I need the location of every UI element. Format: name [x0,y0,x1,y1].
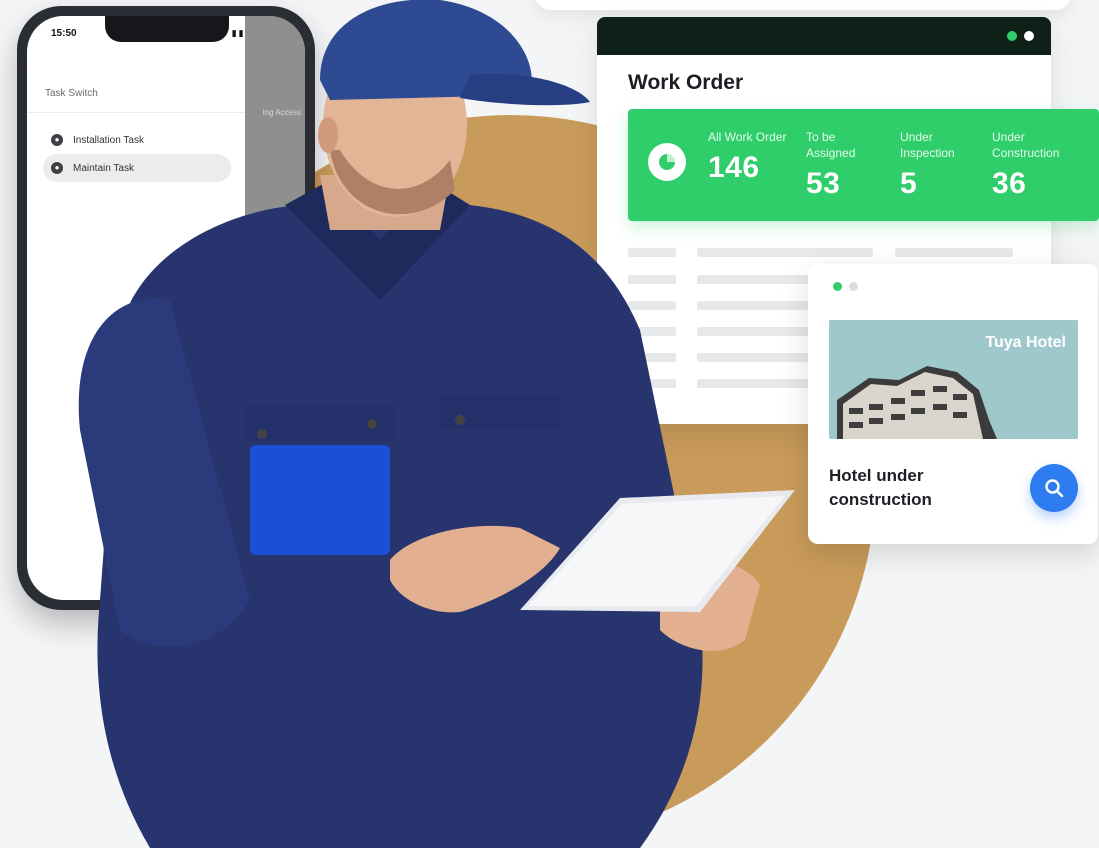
search-button[interactable] [1030,464,1078,512]
hotel-image: Tuya Hotel [829,320,1078,439]
search-icon [1045,479,1064,498]
carousel-dot-active[interactable] [833,282,842,291]
hotel-status-caption: Hotel under construction [829,466,932,509]
hotel-name: Tuya Hotel [985,334,1066,351]
phone-notch [105,16,229,42]
hotel-card[interactable]: Tuya Hotel Hotel under construction [808,264,1098,544]
carousel-dot[interactable] [849,282,858,291]
hero-illustration: 15:50 ▮▮ ◠ ▭ ing Access Task Switch ● In… [0,0,1099,848]
